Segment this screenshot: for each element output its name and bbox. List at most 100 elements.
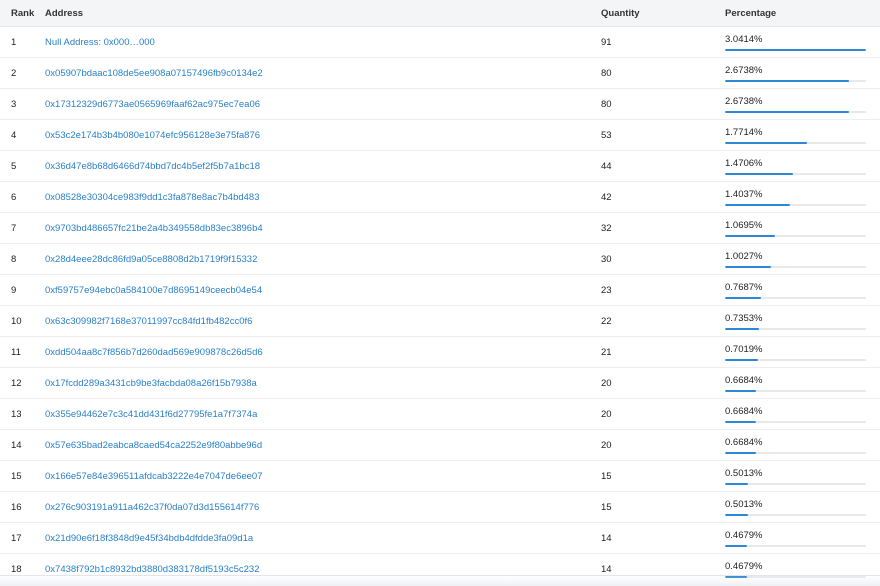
percentage-bar-fill — [725, 79, 849, 82]
percentage-text: 1.0695% — [725, 219, 763, 231]
table-row: 7 0x9703bd486657fc21be2a4b349558db83ec38… — [0, 213, 880, 244]
percentage-bar-track — [725, 203, 866, 206]
address-link[interactable]: 0x17fcdd289a3431cb9be3facbda08a26f15b793… — [45, 378, 257, 389]
percentage-bar-fill — [725, 48, 866, 51]
rank-cell: 10 — [11, 315, 22, 327]
percentage-text: 0.5013% — [725, 467, 763, 479]
rank-cell: 15 — [11, 470, 22, 482]
address-link[interactable]: 0x28d4eee28dc86fd9a05ce8808d2b1719f9f153… — [45, 254, 257, 265]
table-row: 17 0x21d90e6f18f3848d9e45f34bdb4dfdde3fa… — [0, 523, 880, 554]
address-link[interactable]: 0x36d47e8b68d6466d74bbd7dc4b5ef2f5b7a1bc… — [45, 161, 260, 172]
percentage-cell: 0.5013% — [725, 499, 866, 516]
percentage-cell: 1.4037% — [725, 189, 866, 206]
percentage-bar-track — [725, 48, 866, 51]
quantity-cell: 20 — [601, 408, 612, 420]
percentage-text: 2.6738% — [725, 95, 763, 107]
rank-cell: 6 — [11, 191, 17, 203]
percentage-cell: 2.6738% — [725, 96, 866, 113]
address-link[interactable]: 0xdd504aa8c7f856b7d260dad569e909878c26d5… — [45, 347, 263, 358]
percentage-bar-fill — [725, 575, 747, 578]
rank-cell: 11 — [11, 346, 21, 358]
address-link[interactable]: 0x166e57e84e396511afdcab3222e4e7047de6ee… — [45, 471, 263, 482]
percentage-bar-fill — [725, 544, 747, 547]
percentage-bar-track — [725, 451, 866, 454]
percentage-cell: 0.6684% — [725, 437, 866, 454]
quantity-cell: 53 — [601, 129, 612, 141]
percentage-text: 0.6684% — [725, 374, 763, 386]
table-row: 5 0x36d47e8b68d6466d74bbd7dc4b5ef2f5b7a1… — [0, 151, 880, 182]
address-link[interactable]: 0x05907bdaac108de5ee908a07157496fb9c0134… — [45, 68, 263, 79]
percentage-cell: 0.7687% — [725, 282, 866, 299]
percentage-cell: 1.0027% — [725, 251, 866, 268]
rank-cell: 14 — [11, 439, 22, 451]
percentage-cell: 1.0695% — [725, 220, 866, 237]
rank-cell: 3 — [11, 98, 17, 110]
percentage-bar-track — [725, 358, 866, 361]
percentage-bar-fill — [725, 451, 756, 454]
quantity-cell: 14 — [601, 532, 612, 544]
address-link[interactable]: 0x9703bd486657fc21be2a4b349558db83ec3896… — [45, 223, 263, 234]
quantity-cell: 32 — [601, 222, 612, 234]
percentage-bar-track — [725, 234, 866, 237]
percentage-text: 0.7687% — [725, 281, 763, 293]
percentage-bar-fill — [725, 482, 749, 485]
address-link[interactable]: 0x63c309982f7168e37011997cc84fd1fb482cc0… — [45, 316, 252, 327]
percentage-cell: 0.4679% — [725, 561, 866, 578]
percentage-bar-track — [725, 110, 866, 113]
percentage-cell: 2.6738% — [725, 65, 866, 82]
percentage-cell: 0.5013% — [725, 468, 866, 485]
quantity-cell: 91 — [601, 36, 612, 48]
quantity-cell: 44 — [601, 160, 612, 172]
rank-cell: 8 — [11, 253, 17, 265]
address-column-header: Address — [45, 7, 84, 19]
percentage-bar-fill — [725, 389, 756, 392]
address-link[interactable]: 0x21d90e6f18f3848d9e45f34bdb4dfdde3fa09d… — [45, 533, 253, 544]
percentage-bar-track — [725, 389, 866, 392]
percentage-cell: 1.4706% — [725, 158, 866, 175]
table-header: Rank Address Quantity Percentage — [0, 0, 880, 27]
address-link[interactable]: 0x08528e30304ce983f9dd1c3fa878e8ac7b4bd4… — [45, 192, 259, 203]
quantity-cell: 22 — [601, 315, 612, 327]
rank-cell: 17 — [11, 532, 22, 544]
percentage-bar-track — [725, 172, 866, 175]
address-link[interactable]: 0x57e635bad2eabca8caed54ca2252e9f80abbe9… — [45, 440, 262, 451]
percentage-bar-fill — [725, 327, 760, 330]
address-link[interactable]: 0x355e94462e7c3c41dd431f6d27795fe1a7f737… — [45, 409, 257, 420]
address-link[interactable]: 0x53c2e174b3b4b080e1074efc956128e3e75fa8… — [45, 130, 260, 141]
rank-cell: 1 — [11, 36, 17, 48]
rank-cell: 7 — [11, 222, 17, 234]
rank-cell: 12 — [11, 377, 22, 389]
percentage-bar-track — [725, 482, 866, 485]
percentage-bar-fill — [725, 358, 758, 361]
address-link[interactable]: 0x7438f792b1c8932bd3880d383178df5193c5c2… — [45, 564, 259, 575]
percentage-bar-fill — [725, 172, 794, 175]
percentage-bar-track — [725, 544, 866, 547]
percentage-bar-track — [725, 575, 866, 578]
percentage-bar-track — [725, 141, 866, 144]
percentage-text: 0.5013% — [725, 498, 763, 510]
percentage-bar-fill — [725, 203, 791, 206]
percentage-text: 2.6738% — [725, 64, 763, 76]
percentage-bar-track — [725, 265, 866, 268]
address-link[interactable]: 0x17312329d6773ae0565969faaf62ac975ec7ea… — [45, 99, 260, 110]
percentage-text: 0.7353% — [725, 312, 763, 324]
rank-cell: 13 — [11, 408, 22, 420]
address-link[interactable]: 0xf59757e94ebc0a584100e7d8695149ceecb04e… — [45, 285, 262, 296]
percentage-text: 3.0414% — [725, 33, 763, 45]
percentage-bar-fill — [725, 265, 772, 268]
table-row: 8 0x28d4eee28dc86fd9a05ce8808d2b1719f9f1… — [0, 244, 880, 275]
quantity-cell: 15 — [601, 470, 612, 482]
table-row: 9 0xf59757e94ebc0a584100e7d8695149ceecb0… — [0, 275, 880, 306]
address-link[interactable]: 0x276c903191a911a462c37f0da07d3d155614f7… — [45, 502, 259, 513]
rank-cell: 16 — [11, 501, 22, 513]
percentage-cell: 1.7714% — [725, 127, 866, 144]
percentage-text: 0.6684% — [725, 436, 763, 448]
rank-cell: 9 — [11, 284, 17, 296]
table-row: 2 0x05907bdaac108de5ee908a07157496fb9c01… — [0, 58, 880, 89]
percentage-column-header: Percentage — [725, 7, 777, 19]
percentage-bar-fill — [725, 141, 808, 144]
holders-table-page: Rank Address Quantity Percentage 1 Null … — [0, 0, 880, 586]
percentage-text: 0.6684% — [725, 405, 763, 417]
rank-cell: 2 — [11, 67, 17, 79]
address-link[interactable]: Null Address: 0x000…000 — [45, 37, 155, 48]
